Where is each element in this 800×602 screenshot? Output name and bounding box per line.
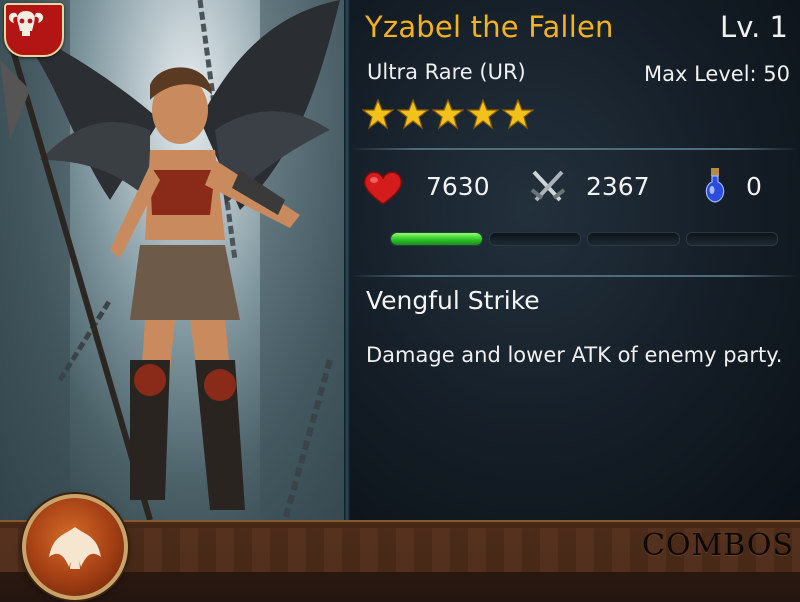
exp-bar-segment <box>390 232 483 246</box>
exp-progress-bar <box>390 232 778 246</box>
star-icon <box>432 98 464 130</box>
combos-button[interactable] <box>22 494 128 600</box>
ram-skull-icon <box>8 11 44 36</box>
divider-line <box>350 275 800 277</box>
atk-value: 2367 <box>586 172 650 201</box>
character-artwork <box>0 0 344 520</box>
faction-emblem[interactable] <box>4 3 64 57</box>
combos-label[interactable]: COMBOS <box>642 528 794 563</box>
star-icon <box>467 98 499 130</box>
card-info-panel: Yzabel the Fallen Lv. 1 Ultra Rare (UR) … <box>350 0 800 520</box>
exp-bar-segment <box>488 232 581 246</box>
rarity-stars <box>362 98 534 130</box>
character-illustration <box>0 0 344 520</box>
divider-line <box>350 148 800 150</box>
card-max-level: Max Level: 50 <box>644 62 790 86</box>
card-level: Lv. 1 <box>720 10 788 44</box>
angel-wings-icon <box>49 527 101 569</box>
star-icon <box>362 98 394 130</box>
crossed-swords-icon <box>530 170 566 202</box>
star-icon <box>502 98 534 130</box>
exp-bar-segment <box>685 232 778 246</box>
card-name: Yzabel the Fallen <box>365 10 614 44</box>
skill-name: Vengful Strike <box>366 286 540 315</box>
potion-icon <box>705 168 725 203</box>
heart-icon <box>363 171 403 205</box>
potion-value: 0 <box>746 172 762 201</box>
hp-value: 7630 <box>426 172 490 201</box>
star-icon <box>397 98 429 130</box>
skill-description: Damage and lower ATK of enemy party. <box>366 343 783 367</box>
card-rarity: Ultra Rare (UR) <box>367 60 526 84</box>
exp-bar-segment <box>587 232 680 246</box>
